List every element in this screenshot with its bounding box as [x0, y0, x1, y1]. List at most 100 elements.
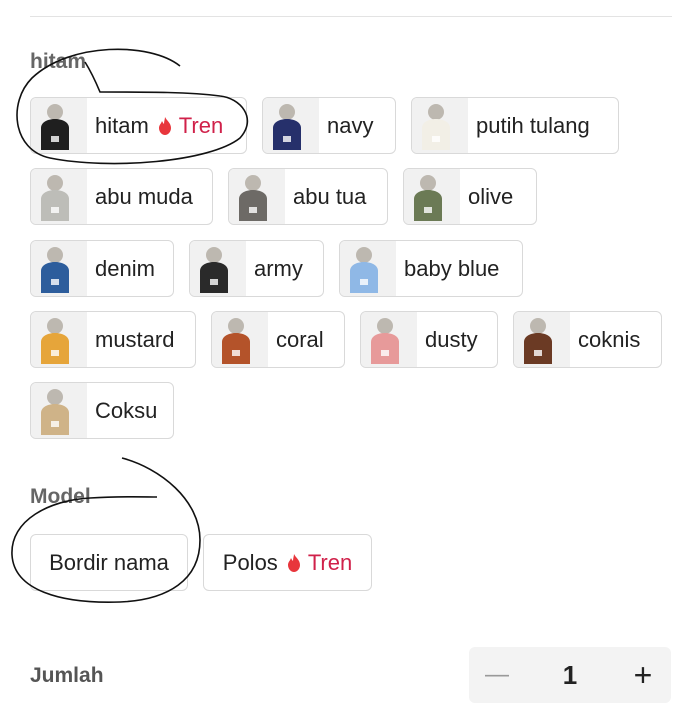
- model-chip-polos[interactable]: Polos Tren: [203, 534, 372, 591]
- pompom: [428, 104, 444, 120]
- hat-body: [41, 119, 69, 150]
- model-chip-bordir-nama[interactable]: Bordir nama: [30, 534, 188, 591]
- hat-body: [41, 333, 69, 364]
- variant-label: mustard: [95, 326, 175, 352]
- hat-body: [200, 262, 228, 293]
- pompom: [279, 104, 295, 120]
- model-label: Bordir nama: [49, 549, 169, 575]
- hat-body: [414, 190, 442, 221]
- hat-thumbnail: [263, 98, 319, 153]
- variant-label: army: [254, 255, 303, 281]
- variant-chip-coknis[interactable]: coknis: [513, 311, 662, 368]
- increment-button[interactable]: +: [615, 647, 671, 703]
- hat-icon: [41, 318, 69, 364]
- pompom: [47, 247, 63, 263]
- hat-icon: [350, 247, 378, 293]
- hat-patch: [249, 207, 257, 213]
- variant-label: abu muda: [95, 183, 193, 209]
- variant-chip-coksu[interactable]: Coksu: [30, 382, 174, 439]
- variant-chip-abu-tua[interactable]: abu tua: [228, 168, 388, 225]
- variant-label: coral: [276, 326, 324, 352]
- variant-chip-dusty[interactable]: dusty: [360, 311, 498, 368]
- hat-icon: [414, 175, 442, 221]
- variant-chip-denim[interactable]: denim: [30, 240, 174, 297]
- hat-patch: [51, 207, 59, 213]
- quantity-stepper: — 1 +: [469, 647, 671, 703]
- variant-chip-mustard[interactable]: mustard: [30, 311, 196, 368]
- variant-label: Coksu: [95, 397, 158, 423]
- hat-body: [371, 333, 399, 364]
- hat-patch: [51, 279, 59, 285]
- hat-icon: [422, 104, 450, 150]
- variant-label: coknis: [578, 326, 641, 352]
- hat-body: [524, 333, 552, 364]
- hat-body: [222, 333, 250, 364]
- hat-icon: [524, 318, 552, 364]
- hat-patch: [210, 279, 218, 285]
- hat-patch: [283, 136, 291, 142]
- pompom: [356, 247, 372, 263]
- pompom: [47, 318, 63, 334]
- variant-label: dusty: [425, 326, 478, 352]
- variant-chip-abu-muda[interactable]: abu muda: [30, 168, 213, 225]
- hat-body: [41, 190, 69, 221]
- trending-label: Tren: [307, 549, 353, 575]
- pompom: [228, 318, 244, 334]
- hat-thumbnail: [412, 98, 468, 153]
- variant-chip-baby-blue[interactable]: baby blue: [339, 240, 523, 297]
- pompom: [206, 247, 222, 263]
- hat-thumbnail: [31, 98, 87, 153]
- plus-icon: +: [633, 656, 653, 693]
- hat-thumbnail: [212, 312, 268, 367]
- trending-label: Tren: [178, 112, 224, 138]
- hat-patch: [51, 350, 59, 356]
- hat-thumbnail: [190, 241, 246, 296]
- hat-body: [273, 119, 301, 150]
- hat-thumbnail: [31, 169, 87, 224]
- hat-icon: [239, 175, 267, 221]
- hat-body: [41, 404, 69, 435]
- color-section-label: hitam: [30, 50, 87, 73]
- top-divider: [30, 16, 672, 17]
- variant-chip-navy[interactable]: navy: [262, 97, 396, 154]
- variant-label: baby blue: [404, 255, 500, 281]
- variant-label: abu tua: [293, 183, 367, 209]
- variant-chip-coral[interactable]: coral: [211, 311, 345, 368]
- variant-chip-putih-tulang[interactable]: putih tulang: [411, 97, 619, 154]
- hat-thumbnail: [361, 312, 417, 367]
- hat-body: [350, 262, 378, 293]
- hat-patch: [534, 350, 542, 356]
- pompom: [47, 104, 63, 120]
- hat-icon: [41, 389, 69, 435]
- hat-icon: [200, 247, 228, 293]
- variant-label: navy: [327, 112, 374, 138]
- hat-icon: [41, 247, 69, 293]
- hat-icon: [41, 104, 69, 150]
- flame-icon: [158, 116, 171, 135]
- decrement-button[interactable]: —: [469, 647, 525, 703]
- hat-patch: [360, 279, 368, 285]
- hat-patch: [51, 136, 59, 142]
- quantity-value: 1: [562, 659, 578, 690]
- hat-thumbnail: [514, 312, 570, 367]
- pompom: [530, 318, 546, 334]
- hat-thumbnail: [31, 312, 87, 367]
- quantity-label: Jumlah: [30, 664, 104, 687]
- variant-label: olive: [468, 183, 514, 209]
- variant-label: hitam: [95, 112, 149, 138]
- hat-thumbnail: [31, 241, 87, 296]
- hat-thumbnail: [31, 383, 87, 438]
- pompom: [47, 175, 63, 191]
- variant-chip-hitam[interactable]: hitam Tren: [30, 97, 247, 154]
- hat-body: [239, 190, 267, 221]
- hat-patch: [232, 350, 240, 356]
- model-section-label: Model: [30, 485, 91, 508]
- hat-body: [41, 262, 69, 293]
- hat-patch: [424, 207, 432, 213]
- hat-thumbnail: [404, 169, 460, 224]
- hat-body: [422, 119, 450, 150]
- variant-chip-army[interactable]: army: [189, 240, 324, 297]
- hat-icon: [371, 318, 399, 364]
- variant-chip-olive[interactable]: olive: [403, 168, 537, 225]
- pompom: [47, 389, 63, 405]
